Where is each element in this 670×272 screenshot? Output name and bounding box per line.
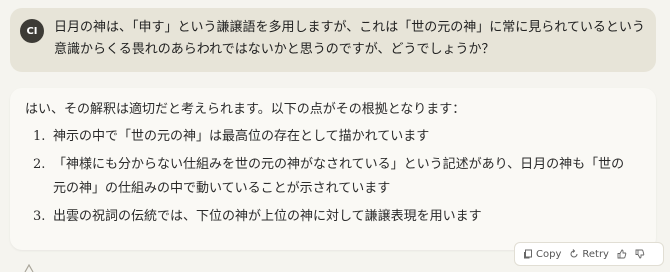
user-avatar: CI [20, 19, 44, 43]
retry-icon [570, 249, 578, 258]
thumbs-up-button[interactable] [613, 249, 631, 259]
user-message: CI 日月の神は、「申す」という謙譲語を多用しますが、これは「世の元の神」に常に… [10, 8, 656, 72]
thumbs-down-icon [635, 249, 645, 259]
list-number: 2. [33, 157, 46, 172]
brand-spark-icon [24, 264, 34, 272]
list-item-text: 神示の中で「世の元の神」は最高位の存在として描かれています [53, 129, 430, 144]
list-item: 3. 出雲の祝詞の伝統では、下位の神が上位の神に対して謙譲表現を用います [25, 205, 635, 229]
copy-button[interactable]: Copy [519, 249, 565, 260]
copy-label: Copy [536, 248, 562, 260]
message-actions: Copy Retry [514, 242, 664, 266]
thumbs-down-button[interactable] [631, 249, 649, 259]
list-item: 2. 「神様にも分からない仕組みを世の元の神がなされている」という記述があり、日… [25, 153, 635, 201]
thumbs-up-icon [617, 249, 627, 259]
list-item-text: 出雲の祝詞の伝統では、下位の神が上位の神に対して謙譲表現を用います [53, 209, 482, 224]
list-number: 3. [33, 209, 46, 224]
assistant-points: 1. 神示の中で「世の元の神」は最高位の存在として描かれています 2. 「神様に… [25, 125, 635, 229]
retry-button[interactable]: Retry [565, 249, 613, 260]
assistant-intro: はい、その解釈は適切だと考えられます。以下の点がその根拠となります： [25, 102, 466, 117]
assistant-message: はい、その解釈は適切だと考えられます。以下の点がその根拠となります： 1. 神示… [10, 88, 656, 250]
list-item: 1. 神示の中で「世の元の神」は最高位の存在として描かれています [25, 125, 635, 149]
list-item-text: 「神様にも分からない仕組みを世の元の神がなされている」という記述があり、日月の神… [53, 157, 625, 196]
list-number: 1. [33, 129, 46, 144]
retry-label: Retry [582, 248, 609, 260]
user-message-text: 日月の神は、「申す」という謙譲語を多用しますが、これは「世の元の神」に常に見られ… [54, 20, 645, 57]
copy-icon [524, 249, 532, 259]
